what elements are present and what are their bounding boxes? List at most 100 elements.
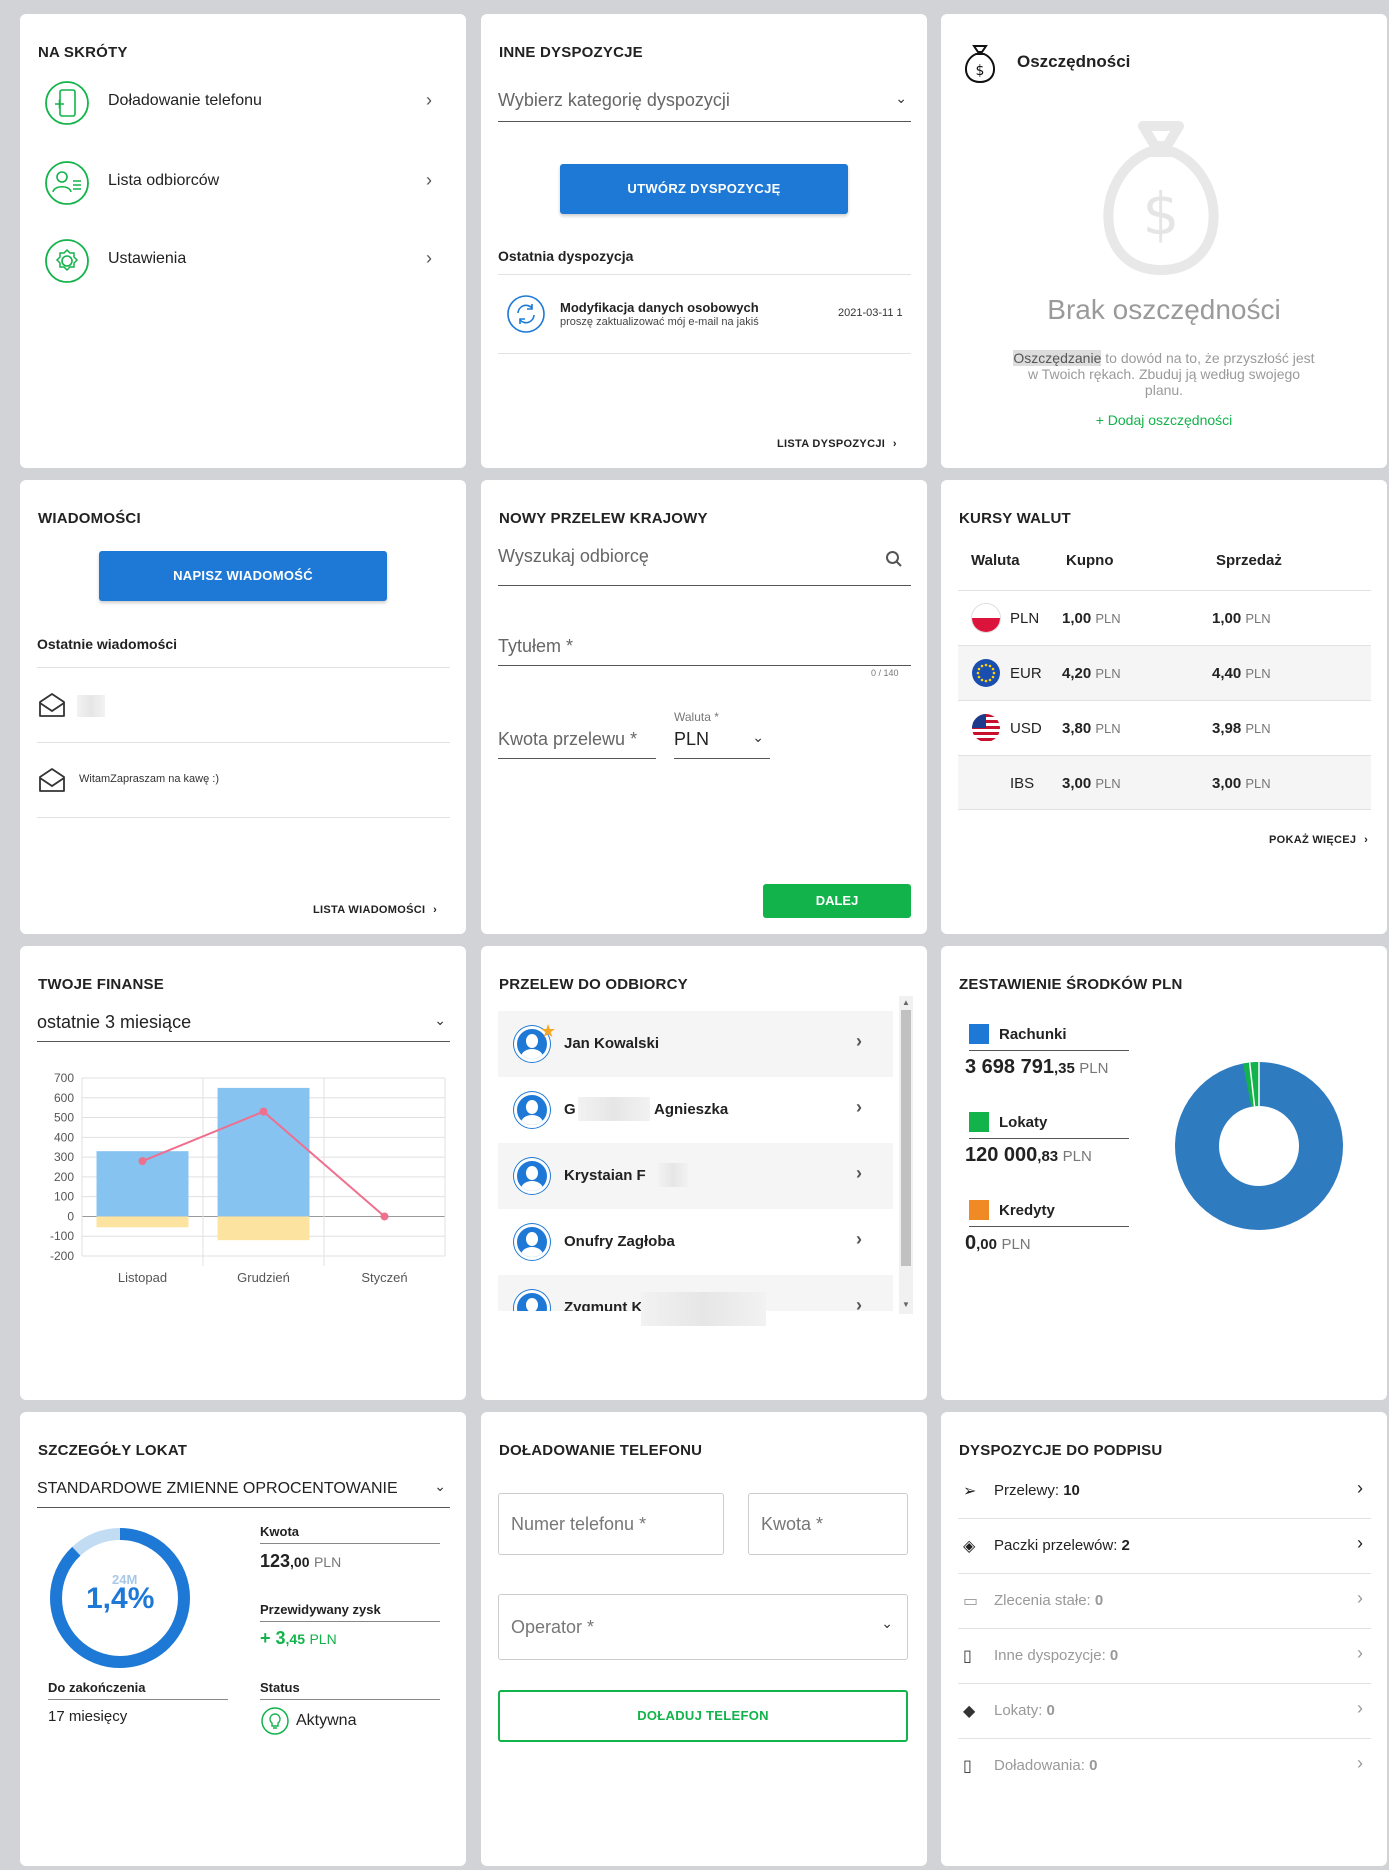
search-icon (886, 551, 902, 567)
select-placeholder: Wybierz kategorię dyspozycji (498, 90, 730, 110)
orders-list-link[interactable]: LISTA DYSPOZYCJI › (777, 434, 897, 452)
create-order-button[interactable]: UTWÓRZ DYSPOZYCJĘ (560, 164, 848, 214)
y-tick-label: -200 (50, 1249, 74, 1263)
legend-color-swatch (969, 1024, 989, 1044)
sign-item-other-orders[interactable]: ▯ Inne dyspozycje: 0 › (958, 1629, 1371, 1684)
chevron-down-icon: ⌄ (881, 1615, 893, 1631)
funds-summary-card: ZESTAWIENIE ŚRODKÓW PLN Rachunki 3 698 7… (941, 946, 1387, 1400)
divider (37, 817, 450, 818)
link-label: LISTA WIADOMOŚCI (313, 904, 426, 916)
shortcut-settings[interactable]: Ustawienia › (40, 234, 440, 290)
x-tick-label: Grudzień (237, 1270, 290, 1285)
sell-rate: 3,00 PLN (1212, 775, 1271, 792)
sign-item-transfer-packages[interactable]: ◈ Paczki przelewów: 2 › (958, 1519, 1371, 1574)
sign-item-label: Przelewy: 10 (994, 1482, 1080, 1499)
sign-item-transfers[interactable]: ➢ Przelewy: 10 › (958, 1464, 1371, 1519)
svg-text:$: $ (976, 63, 985, 79)
recipient-name: Krystaian F (564, 1167, 646, 1184)
card-title: DYSPOZYCJE DO PODPISU (959, 1442, 1163, 1459)
recipient-search-input[interactable]: Wyszukaj odbiorcę (498, 546, 911, 586)
messages-list-link[interactable]: LISTA WIADOMOŚCI › (313, 900, 437, 918)
y-tick-label: 300 (54, 1150, 74, 1164)
currency-code: USD (1010, 720, 1042, 737)
legend-color-swatch (969, 1200, 989, 1220)
operator-select[interactable]: Operator * ⌄ (498, 1594, 908, 1660)
input-placeholder: Numer telefonu * (511, 1514, 647, 1534)
empty-state-description: Oszczędzanie to dowód na to, że przyszło… (1011, 350, 1317, 398)
scrollbar-thumb[interactable] (901, 1010, 911, 1266)
end-label: Do zakończenia (48, 1680, 146, 1695)
summary-amount: 0,00 PLN (965, 1232, 1031, 1254)
recipient-row[interactable]: ★ Jan Kowalski › (498, 1011, 893, 1077)
y-tick-label: 100 (54, 1190, 74, 1204)
card-title: NOWY PRZELEW KRAJOWY (499, 510, 708, 527)
sign-item-topups[interactable]: ▯ Doładowania: 0 › (958, 1739, 1371, 1794)
divider (260, 1621, 440, 1622)
message-item[interactable] (37, 668, 450, 741)
scroll-up-arrow-icon[interactable]: ▲ (902, 998, 910, 1007)
paper-plane-icon: ➢ (963, 1483, 977, 1500)
divider (260, 1543, 440, 1544)
char-counter: 0 / 140 (871, 668, 899, 678)
amount-label: Kwota (260, 1524, 299, 1539)
savings-card: $ Oszczędności $ Brak oszczędności Oszcz… (941, 14, 1387, 468)
recipient-row[interactable]: Krystaian F › (498, 1143, 893, 1209)
chevron-down-icon: ⌄ (752, 729, 764, 745)
avatar-icon (514, 1290, 550, 1311)
chevron-right-icon: › (426, 248, 432, 268)
card-title: SZCZEGÓŁY LOKAT (38, 1442, 188, 1459)
domestic-transfer-card: NOWY PRZELEW KRAJOWY Wyszukaj odbiorcę T… (481, 480, 927, 934)
divider (48, 1699, 228, 1700)
period-select[interactable]: ostatnie 3 miesiące ⌄ (37, 1012, 450, 1042)
shortcut-recipients[interactable]: Lista odbiorców › (40, 154, 440, 210)
amount-value: 123,00 PLN (260, 1551, 342, 1571)
card-title: PRZELEW DO ODBIORCY (499, 976, 688, 993)
amount-input[interactable]: Kwota przelewu * (498, 729, 656, 759)
phone-number-input[interactable]: Numer telefonu * (498, 1493, 724, 1555)
transfer-title-input[interactable]: Tytułem * (498, 636, 911, 666)
scroll-down-arrow-icon[interactable]: ▼ (902, 1300, 910, 1309)
divider (969, 1226, 1129, 1227)
status-label: Status (260, 1680, 300, 1695)
diamond-icon: ◆ (963, 1703, 976, 1720)
divider (498, 353, 911, 354)
chevron-right-icon: › (1357, 1478, 1363, 1498)
chevron-right-icon: › (889, 438, 897, 450)
chevron-right-icon: › (1357, 1643, 1363, 1663)
order-category-select[interactable]: Wybierz kategorię dyspozycji ⌄ (498, 90, 911, 122)
show-more-link[interactable]: POKAŻ WIĘCEJ › (1269, 830, 1368, 848)
funds-donut-chart (1175, 1062, 1343, 1230)
highlighted-word: Oszczędzanie (1013, 350, 1102, 366)
scrollbar[interactable]: ▲ ▼ (899, 996, 913, 1314)
last-order-item[interactable]: Modyfikacja danych osobowych proszę zakt… (498, 276, 911, 352)
card-title: INNE DYSPOZYCJE (499, 44, 643, 61)
shortcut-phone-topup[interactable]: Doładowanie telefonu › (40, 74, 440, 130)
input-placeholder: Wyszukaj odbiorcę (498, 546, 649, 566)
sign-item-label: Inne dyspozycje: 0 (994, 1647, 1119, 1664)
profit-value: + 3,45 PLN (260, 1628, 337, 1648)
topup-button[interactable]: DOŁADUJ TELEFON (498, 1690, 908, 1742)
recipient-row[interactable]: Onufry Zagłoba › (498, 1209, 893, 1275)
sign-item-deposits[interactable]: ◆ Lokaty: 0 › (958, 1684, 1371, 1739)
gear-icon (45, 239, 89, 283)
chevron-right-icon: › (856, 1295, 862, 1311)
recipient-name: Jan Kowalski (564, 1035, 660, 1052)
deposit-product-select[interactable]: STANDARDOWE ZMIENNE OPROCENTOWANIE ⌄ (37, 1478, 450, 1508)
rate-row: USD 3,80 PLN 3,98 PLN (958, 700, 1371, 755)
recipient-row[interactable]: G Agnieszka › (498, 1077, 893, 1143)
write-message-button[interactable]: NAPISZ WIADOMOŚĆ (99, 551, 387, 601)
finances-card: TWOJE FINANSE ostatnie 3 miesiące ⌄ 700 6… (20, 946, 466, 1400)
message-item[interactable]: WitamZapraszam na kawę :) (37, 743, 450, 816)
rate-row: PLN 1,00 PLN 1,00 PLN (958, 590, 1371, 645)
sell-rate: 4,40 PLN (1212, 665, 1271, 682)
chevron-right-icon: › (426, 90, 432, 110)
add-savings-link[interactable]: + Dodaj oszczędności (941, 412, 1387, 428)
sell-rate: 3,98 PLN (1212, 720, 1271, 737)
next-button[interactable]: DALEJ (763, 884, 911, 918)
sign-item-label: Paczki przelewów: 2 (994, 1537, 1130, 1554)
topup-amount-input[interactable]: Kwota * (748, 1493, 908, 1555)
currency-select[interactable]: PLN ⌄ (674, 729, 770, 759)
blurred-text (641, 1292, 766, 1326)
card-title: WIADOMOŚCI (38, 510, 141, 527)
sign-item-standing-orders[interactable]: ▭ Zlecenia stałe: 0 › (958, 1574, 1371, 1629)
